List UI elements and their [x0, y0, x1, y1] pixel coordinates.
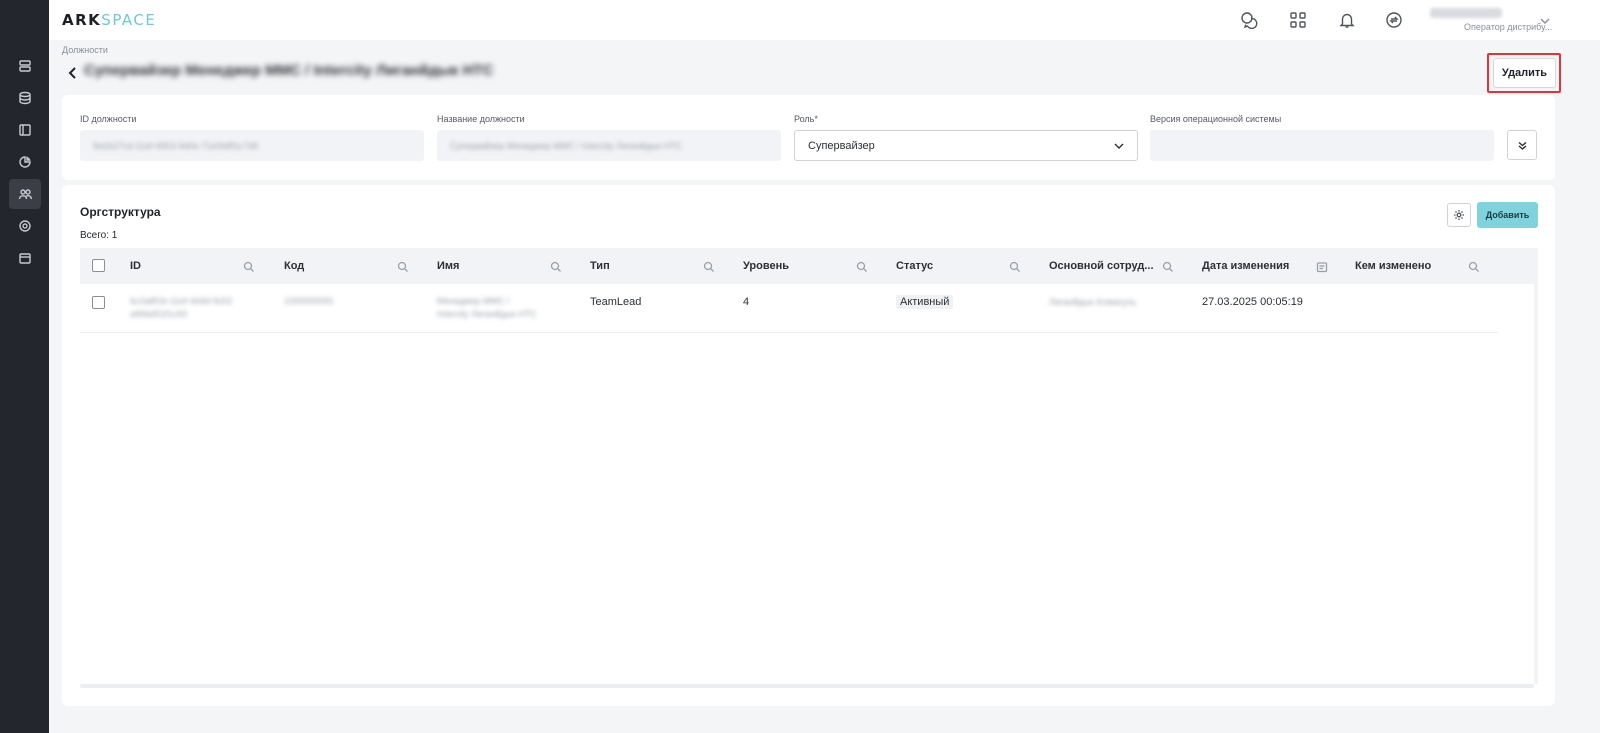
expand-form-button[interactable] — [1507, 130, 1537, 160]
apps-button[interactable] — [1288, 10, 1308, 30]
field-label-role: Роль* — [794, 114, 818, 124]
column-header-main-employee[interactable]: Основной сотруд... — [1049, 248, 1154, 284]
chevron-down-icon — [1114, 143, 1124, 149]
role-select-value: Супервайзер — [808, 139, 875, 152]
search-icon[interactable] — [703, 260, 715, 272]
page-title: Супервайзер Менеджер ММС / Intercity Лиг… — [84, 62, 494, 79]
vertical-scrollbar[interactable] — [1534, 284, 1538, 684]
org-structure-total: Всего: 1 — [80, 230, 118, 241]
table-settings-button[interactable] — [1447, 203, 1471, 227]
cell-name: Менеджер ММС / Intercity Лиганйдык НТС — [437, 295, 537, 321]
cell-name-line-1: Менеджер ММС / — [437, 296, 510, 306]
sync-icon — [1386, 12, 1402, 28]
cell-status: Активный — [896, 295, 954, 309]
sidebar-item-settings[interactable] — [9, 211, 41, 241]
gear-icon — [1454, 210, 1464, 220]
cell-id-line-1: 6c2a8f1b-11ef-4d4d-9c52 — [130, 296, 233, 306]
sync-button[interactable] — [1384, 10, 1404, 30]
table-header: ID Код Имя Тип Уровень Статус Основной с… — [80, 248, 1538, 284]
settings-icon — [19, 220, 31, 232]
sidebar-item-layout[interactable] — [9, 115, 41, 145]
role-select[interactable]: Супервайзер — [794, 130, 1138, 161]
calendar-filter-icon[interactable] — [1316, 260, 1328, 273]
breadcrumb[interactable]: Должности — [62, 45, 108, 55]
position-id-value: 8a1b27cd-11ef-4903-9d0e-71e0b8f1c7d5 — [93, 140, 259, 151]
layout-icon — [19, 124, 31, 136]
field-label-os-version: Версия операционной системы — [1150, 114, 1282, 124]
calendar-icon — [19, 253, 31, 264]
user-role: Оператор дистрибу... — [1464, 22, 1553, 32]
position-name-value: Супервайзер Менеджер ММС / Intercity Лиг… — [450, 140, 682, 151]
column-header-modified-by[interactable]: Кем изменено — [1355, 248, 1431, 284]
position-name-field[interactable]: Супервайзер Менеджер ММС / Intercity Лиг… — [437, 130, 781, 161]
org-structure-card: Оргструктура Всего: 1 Добавить ID Код Им… — [62, 185, 1555, 706]
column-header-level[interactable]: Уровень — [743, 248, 789, 284]
sidebar-item-analytics[interactable] — [9, 147, 41, 177]
cell-code: 1000000091 — [284, 296, 335, 306]
column-header-status[interactable]: Статус — [896, 248, 933, 284]
position-id-field[interactable]: 8a1b27cd-11ef-4903-9d0e-71e0b8f1c7d5 — [80, 130, 424, 161]
top-bar: ARKSPACE — [49, 0, 1600, 40]
search-icon[interactable] — [1009, 260, 1021, 272]
search-icon[interactable] — [1468, 260, 1480, 272]
cell-id: 6c2a8f1b-11ef-4d4d-9c52 a90bd51f1c93 — [130, 295, 232, 321]
cell-main-employee: Лиганйдык Алмагуль — [1049, 297, 1137, 307]
chevron-down-icon — [1540, 18, 1550, 24]
back-button[interactable] — [66, 66, 78, 80]
cell-type: TeamLead — [590, 296, 642, 308]
bell-icon — [1339, 13, 1355, 28]
logo-part-2: SPACE — [101, 11, 157, 29]
table-row[interactable]: 6c2a8f1b-11ef-4d4d-9c52 a90bd51f1c93 100… — [80, 284, 1498, 333]
users-icon — [18, 189, 32, 200]
sidebar — [0, 0, 49, 733]
status-badge: Активный — [896, 295, 954, 309]
search-icon[interactable] — [856, 260, 868, 272]
double-chevron-down-icon — [1518, 141, 1526, 150]
logo[interactable]: ARKSPACE — [62, 11, 156, 29]
cell-name-line-2: Intercity Лиганйдык НТС — [437, 309, 537, 319]
database-icon — [19, 91, 31, 105]
search-icon[interactable] — [550, 260, 562, 272]
add-button[interactable]: Добавить — [1477, 202, 1538, 228]
sidebar-item-servers[interactable] — [9, 51, 41, 81]
column-header-modified-date[interactable]: Дата изменения — [1202, 248, 1289, 284]
cell-level: 4 — [743, 296, 750, 308]
user-menu-chevron[interactable] — [1539, 14, 1551, 26]
logo-part-1: ARK — [62, 11, 102, 29]
user-menu[interactable]: Оператор дистрибу... — [1416, 6, 1553, 32]
os-version-field[interactable] — [1150, 130, 1494, 161]
field-label-position-id: ID должности — [80, 114, 137, 124]
chat-button[interactable] — [1239, 10, 1259, 30]
column-header-name[interactable]: Имя — [437, 248, 459, 284]
cell-id-line-2: a90bd51f1c93 — [130, 309, 188, 319]
search-icon[interactable] — [1162, 260, 1174, 272]
sidebar-item-database[interactable] — [9, 83, 41, 113]
horizontal-scrollbar[interactable] — [80, 684, 1534, 688]
cell-modified-date: 27.03.2025 00:05:19 — [1202, 296, 1303, 308]
pie-chart-icon — [19, 156, 31, 168]
notifications-button[interactable] — [1337, 10, 1357, 30]
sidebar-item-calendar[interactable] — [9, 243, 41, 273]
user-name — [1430, 8, 1502, 18]
apps-grid-icon — [1290, 12, 1306, 28]
select-all-checkbox[interactable] — [92, 259, 105, 272]
sidebar-item-users[interactable] — [9, 179, 41, 209]
position-form-card: ID должности 8a1b27cd-11ef-4903-9d0e-71e… — [62, 95, 1555, 180]
delete-button[interactable]: Удалить — [1493, 58, 1556, 88]
row-checkbox[interactable] — [92, 296, 105, 309]
column-header-id[interactable]: ID — [130, 248, 141, 284]
column-header-code[interactable]: Код — [284, 248, 304, 284]
field-label-position-name: Название должности — [437, 114, 525, 124]
search-icon[interactable] — [243, 260, 255, 272]
column-header-type[interactable]: Тип — [590, 248, 610, 284]
server-icon — [19, 60, 31, 72]
org-structure-title: Оргструктура — [80, 205, 161, 219]
chevron-left-icon — [68, 67, 76, 79]
search-icon[interactable] — [397, 260, 409, 272]
chat-icon — [1241, 12, 1258, 29]
